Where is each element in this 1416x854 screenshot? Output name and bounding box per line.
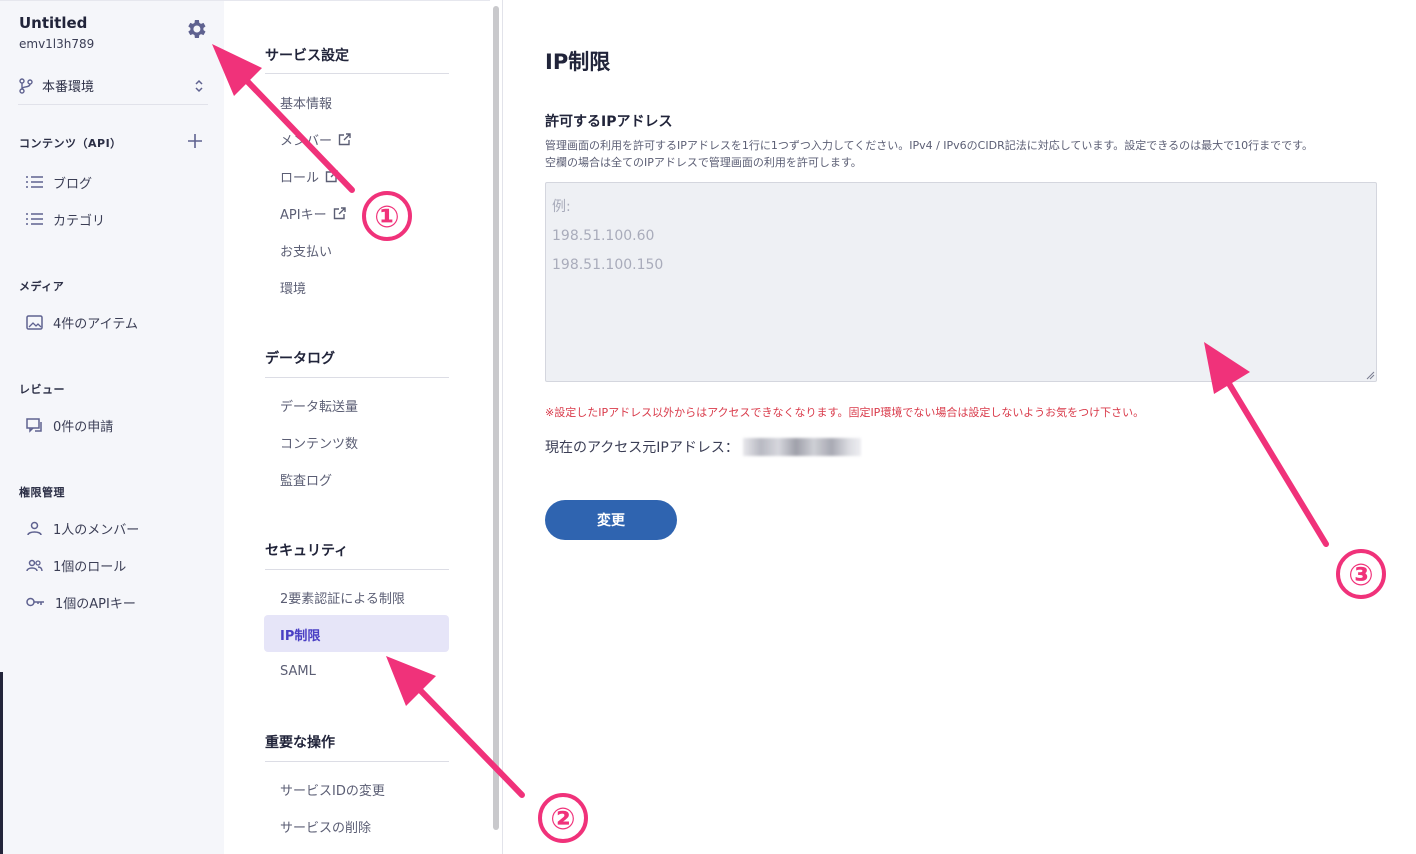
menu-item-environment[interactable]: 環境 bbox=[280, 277, 306, 297]
list-icon bbox=[26, 176, 43, 188]
sidebar-item-label: 1人のメンバー bbox=[53, 522, 140, 538]
annotation-badge-3: ③ bbox=[1336, 549, 1386, 599]
field-label: 許可するIPアドレス bbox=[545, 114, 673, 130]
section-heading-contents: コンテンツ（API） bbox=[19, 137, 122, 150]
sidebar-item-roles[interactable]: 1個のロール bbox=[26, 555, 126, 575]
menu-item-api-keys[interactable]: APIキー bbox=[280, 203, 346, 223]
menu-item-payment[interactable]: お支払い bbox=[280, 240, 332, 260]
menu-item-2fa-restriction[interactable]: 2要素認証による制限 bbox=[280, 587, 405, 607]
key-icon bbox=[26, 597, 44, 607]
current-ip-row: 現在のアクセス元IPアドレス： bbox=[545, 437, 861, 457]
sidebar-item-label: カテゴリ bbox=[53, 213, 106, 229]
menu-item-data-transfer[interactable]: データ転送量 bbox=[280, 395, 358, 415]
sidebar-item-label: 1個のAPIキー bbox=[55, 596, 136, 612]
sidebar-item-label: 4件のアイテム bbox=[53, 316, 138, 332]
allowed-ip-textarea[interactable] bbox=[545, 182, 1377, 382]
menu-item-saml[interactable]: SAML bbox=[280, 661, 316, 681]
sidebar-item-label: 1個のロール bbox=[53, 559, 127, 575]
current-ip-value-redacted bbox=[742, 438, 861, 456]
chevron-updown-icon bbox=[195, 79, 203, 93]
settings-menu bbox=[224, 0, 502, 854]
users-icon bbox=[26, 559, 43, 571]
divider bbox=[265, 761, 449, 762]
divider bbox=[265, 377, 449, 378]
description-line: 管理画面の利用を許可するIPアドレスを1行に1つずつ入力してください。IPv4 … bbox=[545, 139, 1313, 152]
review-icon bbox=[26, 417, 42, 433]
menu-item-delete-service[interactable]: サービスの削除 bbox=[280, 816, 371, 836]
resize-grip-icon[interactable] bbox=[1366, 371, 1375, 380]
menu-item-content-count[interactable]: コンテンツ数 bbox=[280, 432, 358, 452]
section-heading-review: レビュー bbox=[19, 383, 65, 396]
menu-item-roles[interactable]: ロール bbox=[280, 166, 338, 186]
project-title: Untitled bbox=[19, 14, 88, 32]
sidebar-item-api-keys[interactable]: 1個のAPIキー bbox=[26, 592, 136, 612]
external-link-icon bbox=[338, 132, 351, 145]
menu-heading-data-log: データログ bbox=[265, 351, 335, 367]
menu-scrollbar-thumb[interactable] bbox=[493, 6, 499, 830]
window-edge bbox=[0, 672, 3, 854]
warning-text: ※設定したIPアドレス以外からはアクセスできなくなります。固定IP環境でない場合… bbox=[545, 406, 1145, 419]
sidebar-item-review[interactable]: 0件の申請 bbox=[26, 415, 113, 435]
menu-item-audit-log[interactable]: 監査ログ bbox=[280, 469, 332, 489]
divider bbox=[265, 569, 449, 570]
current-ip-label: 現在のアクセス元IPアドレス： bbox=[545, 440, 739, 456]
gear-icon[interactable] bbox=[184, 17, 208, 41]
section-heading-media: メディア bbox=[19, 280, 65, 293]
user-icon bbox=[27, 521, 42, 535]
project-id: emv1l3h789 bbox=[19, 37, 95, 51]
sidebar-item-blog[interactable]: ブログ bbox=[26, 172, 92, 192]
annotation-badge-2: ② bbox=[538, 793, 588, 843]
environment-selector[interactable]: 本番環境 bbox=[18, 67, 208, 105]
list-icon bbox=[26, 213, 43, 225]
divider bbox=[502, 0, 503, 854]
menu-heading-security: セキュリティ bbox=[265, 543, 349, 559]
annotation-label: ③ bbox=[1348, 558, 1373, 593]
external-link-icon bbox=[333, 206, 346, 219]
divider bbox=[265, 73, 449, 74]
menu-heading-critical-operations: 重要な操作 bbox=[265, 735, 335, 751]
menu-item-basic-info[interactable]: 基本情報 bbox=[280, 92, 332, 112]
environment-label: 本番環境 bbox=[42, 80, 95, 95]
sidebar-item-members[interactable]: 1人のメンバー bbox=[26, 518, 139, 538]
submit-button[interactable]: 変更 bbox=[545, 500, 677, 540]
sidebar-item-media[interactable]: 4件のアイテム bbox=[26, 312, 138, 332]
add-content-icon[interactable] bbox=[186, 132, 204, 150]
annotation-label: ② bbox=[550, 802, 575, 837]
menu-item-members[interactable]: メンバー bbox=[280, 129, 351, 149]
sidebar: Untitled emv1l3h789 本番環境 コンテンツ（API） ブログ … bbox=[0, 0, 224, 854]
description-line: 空欄の場合は全てのIPアドレスで管理画面の利用を許可します。 bbox=[545, 156, 862, 169]
external-link-icon bbox=[325, 169, 338, 182]
page-title: IP制限 bbox=[545, 50, 611, 74]
menu-item-ip-restriction[interactable]: IP制限 bbox=[280, 624, 320, 644]
field-description: 管理画面の利用を許可するIPアドレスを1行に1つずつ入力してください。IPv4 … bbox=[545, 137, 1385, 171]
menu-item-change-service-id[interactable]: サービスIDの変更 bbox=[280, 779, 385, 799]
menu-heading-service-settings: サービス設定 bbox=[265, 48, 349, 64]
branch-icon bbox=[19, 77, 33, 94]
section-heading-permissions: 権限管理 bbox=[19, 486, 65, 499]
sidebar-item-label: ブログ bbox=[53, 176, 93, 192]
sidebar-item-category[interactable]: カテゴリ bbox=[26, 209, 105, 229]
sidebar-item-label: 0件の申請 bbox=[53, 419, 114, 435]
image-icon bbox=[26, 314, 43, 330]
